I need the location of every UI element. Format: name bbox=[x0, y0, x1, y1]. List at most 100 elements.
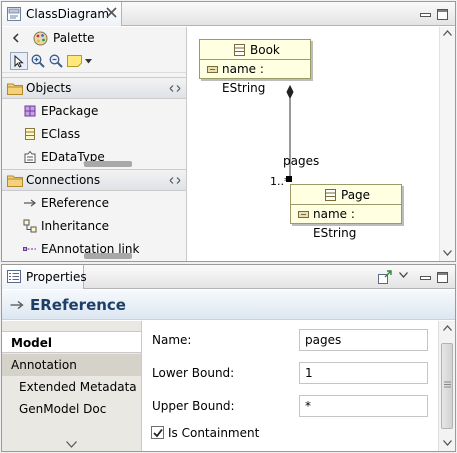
class-diagram-editor: ClassDiagram Palette Objects EPackage EC… bbox=[1, 1, 456, 262]
section-tab-genmodel-doc[interactable]: GenModel Doc bbox=[2, 398, 141, 420]
name-label: Name: bbox=[152, 333, 192, 347]
select-tool[interactable] bbox=[10, 52, 28, 70]
eattribute-icon bbox=[207, 66, 218, 73]
eclass-icon bbox=[25, 128, 35, 140]
properties-tab-label: Properties bbox=[26, 270, 87, 284]
palette-item-epackage[interactable]: EPackage bbox=[2, 100, 186, 123]
edatatype-icon bbox=[24, 150, 36, 163]
section-tab-annotation[interactable]: Annotation bbox=[2, 354, 141, 376]
reference-multiplicity-label: 1..* bbox=[270, 175, 290, 188]
scroll-down-icon[interactable] bbox=[443, 250, 452, 256]
scroll-up-icon[interactable] bbox=[443, 30, 452, 36]
arrow-pointer-icon bbox=[14, 55, 24, 68]
is-containment-label: Is Containment bbox=[168, 426, 260, 440]
scroll-down-icon[interactable] bbox=[443, 440, 452, 446]
connections-drawer-scrollbar[interactable] bbox=[84, 253, 132, 259]
folder-icon bbox=[7, 83, 23, 95]
section-tab-label: Annotation bbox=[11, 358, 77, 372]
diagram-canvas[interactable]: Book name : EString pages 1..* Page name… bbox=[189, 27, 439, 261]
palette-icon bbox=[33, 31, 48, 46]
pin-view-icon[interactable] bbox=[378, 270, 393, 284]
objects-drawer-label: Objects bbox=[26, 81, 72, 95]
lower-bound-label: Lower Bound: bbox=[152, 366, 235, 380]
properties-tab-bar: Properties bbox=[2, 265, 455, 289]
properties-content: Name: Lower Bound: Upper Bound: Is Conta… bbox=[143, 321, 438, 451]
maximize-icon[interactable] bbox=[436, 8, 449, 21]
class-attribute[interactable]: name : EString bbox=[200, 60, 310, 95]
palette-toolbar bbox=[2, 49, 186, 73]
chevron-down-icon[interactable] bbox=[85, 59, 92, 64]
upper-bound-field[interactable] bbox=[299, 395, 428, 417]
class-page-title: Page bbox=[291, 185, 401, 205]
eclass-icon bbox=[325, 189, 336, 201]
editor-tab[interactable]: ClassDiagram bbox=[2, 2, 122, 26]
ereference-icon bbox=[10, 300, 24, 310]
palette-title: Palette bbox=[53, 31, 95, 45]
eclass-icon bbox=[234, 44, 245, 56]
section-tab-label: Model bbox=[11, 336, 53, 350]
name-field[interactable] bbox=[299, 329, 428, 351]
class-diagram-icon bbox=[7, 7, 21, 21]
attribute-label: name : EString bbox=[222, 62, 266, 95]
eattribute-icon bbox=[298, 211, 309, 218]
objects-drawer-scrollbar[interactable] bbox=[84, 161, 132, 167]
section-tab-extended-metadata[interactable]: Extended Metadata bbox=[2, 376, 141, 398]
class-attribute[interactable]: name : EString bbox=[291, 205, 401, 240]
minimize-icon[interactable] bbox=[419, 271, 432, 284]
pin-icon[interactable] bbox=[169, 176, 181, 185]
note-icon[interactable] bbox=[67, 55, 82, 67]
palette-header: Palette bbox=[2, 27, 186, 49]
checkmark-icon bbox=[153, 428, 163, 438]
is-containment-checkbox[interactable] bbox=[151, 426, 164, 439]
palette: Palette Objects EPackage EClass EDataTyp… bbox=[2, 27, 187, 261]
pin-icon[interactable] bbox=[169, 84, 181, 93]
objects-drawer-header[interactable]: Objects bbox=[2, 77, 186, 99]
ereference-icon bbox=[24, 199, 36, 207]
folder-icon bbox=[7, 175, 23, 187]
palette-item-label: EPackage bbox=[41, 104, 99, 118]
class-book-title: Book bbox=[200, 40, 310, 60]
grip-icon bbox=[444, 381, 451, 388]
properties-icon bbox=[7, 270, 21, 283]
collapse-palette-icon[interactable] bbox=[12, 33, 20, 43]
close-icon[interactable] bbox=[105, 6, 118, 19]
scrollbar-thumb[interactable] bbox=[441, 343, 453, 429]
attribute-label: name : EString bbox=[313, 207, 357, 240]
inheritance-icon bbox=[23, 219, 37, 233]
properties-title-bar: EReference bbox=[2, 290, 455, 320]
class-name: Book bbox=[250, 43, 280, 57]
palette-item-eclass[interactable]: EClass bbox=[2, 123, 186, 146]
properties-tab[interactable]: Properties bbox=[2, 265, 87, 289]
class-book[interactable]: Book name : EString bbox=[199, 39, 311, 95]
palette-item-label: Inheritance bbox=[41, 219, 110, 233]
eannotation-link-icon bbox=[23, 247, 36, 251]
connections-drawer-label: Connections bbox=[26, 173, 101, 187]
upper-bound-label: Upper Bound: bbox=[152, 399, 235, 413]
class-page[interactable]: Page name : EString bbox=[290, 184, 402, 240]
zoom-out-icon[interactable] bbox=[49, 54, 63, 68]
diagram-vertical-scrollbar[interactable] bbox=[439, 27, 455, 261]
epackage-icon bbox=[24, 105, 36, 117]
palette-item-inheritance[interactable]: Inheritance bbox=[2, 215, 186, 238]
section-tab-label: Extended Metadata bbox=[19, 380, 137, 394]
reference-name-label: pages bbox=[283, 154, 320, 168]
palette-item-label: EClass bbox=[41, 127, 81, 141]
properties-section-tabs: Model Annotation Extended Metadata GenMo… bbox=[2, 321, 142, 451]
editor-tab-bar: ClassDiagram bbox=[2, 2, 455, 26]
zoom-in-icon[interactable] bbox=[31, 54, 45, 68]
palette-item-label: EReference bbox=[41, 196, 110, 210]
lower-bound-field[interactable] bbox=[299, 362, 428, 384]
connections-drawer-header[interactable]: Connections bbox=[2, 169, 186, 191]
editor-tab-label: ClassDiagram bbox=[26, 7, 110, 21]
properties-vertical-scrollbar[interactable] bbox=[438, 321, 455, 451]
class-name: Page bbox=[341, 188, 371, 202]
view-menu-icon[interactable] bbox=[399, 272, 408, 278]
chevron-down-icon[interactable] bbox=[66, 441, 77, 448]
palette-item-ereference[interactable]: EReference bbox=[2, 192, 186, 215]
maximize-icon[interactable] bbox=[436, 271, 449, 284]
section-tab-label: GenModel Doc bbox=[19, 402, 107, 416]
minimize-icon[interactable] bbox=[419, 8, 432, 21]
properties-title: EReference bbox=[30, 296, 126, 314]
scroll-up-icon[interactable] bbox=[443, 325, 452, 331]
section-tab-model[interactable]: Model bbox=[2, 331, 141, 353]
